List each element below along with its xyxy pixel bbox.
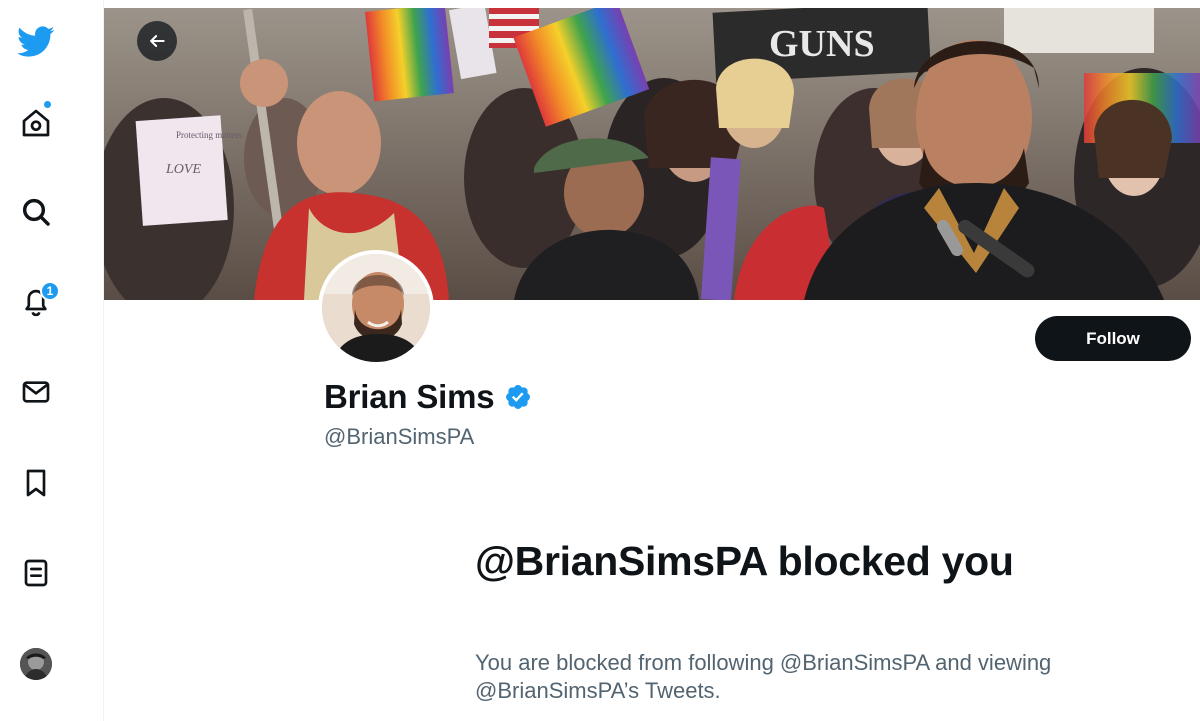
bird-icon	[17, 26, 55, 57]
banner-sign-text-2: Protecting matters	[176, 130, 242, 140]
profile-display-name: Brian Sims	[324, 378, 495, 415]
profile-name-row: Brian Sims	[324, 378, 532, 416]
back-button[interactable]	[137, 21, 177, 61]
nav-messages[interactable]	[0, 364, 72, 420]
profile-avatar[interactable]	[318, 250, 434, 366]
profile-main: GUNS Protecting matters LOVE Follow Bria…	[104, 0, 1200, 721]
banner-photo: GUNS Protecting matters LOVE	[104, 8, 1200, 300]
twitter-logo-link[interactable]	[0, 14, 72, 70]
profile-banner: GUNS Protecting matters LOVE	[104, 8, 1200, 300]
nav-home[interactable]	[0, 95, 72, 151]
bookmark-icon	[26, 469, 46, 497]
nav-account[interactable]	[0, 636, 72, 692]
home-icon	[22, 109, 50, 137]
banner-sign-text-3: LOVE	[165, 162, 201, 177]
blocked-heading: @BrianSimsPA blocked you	[475, 538, 1014, 584]
account-avatar	[20, 648, 52, 680]
list-icon	[24, 559, 48, 587]
nav-bookmarks[interactable]	[0, 455, 72, 511]
profile-avatar-photo	[322, 254, 430, 362]
profile-handle: @BrianSimsPA	[324, 424, 475, 449]
left-nav: 1	[0, 0, 104, 721]
home-new-dot	[43, 100, 52, 109]
search-icon	[22, 198, 50, 226]
nav-lists[interactable]	[0, 545, 72, 601]
verified-badge-icon[interactable]	[504, 383, 532, 411]
arrow-left-icon	[150, 35, 165, 47]
blocked-description: You are blocked from following @BrianSim…	[475, 650, 1052, 703]
nav-explore[interactable]	[0, 184, 72, 240]
banner-sign-text: GUNS	[769, 23, 875, 65]
follow-button[interactable]: Follow	[1035, 316, 1191, 361]
mail-icon	[22, 381, 50, 403]
notifications-badge: 1	[40, 281, 60, 301]
nav-notifications[interactable]: 1	[0, 273, 72, 329]
